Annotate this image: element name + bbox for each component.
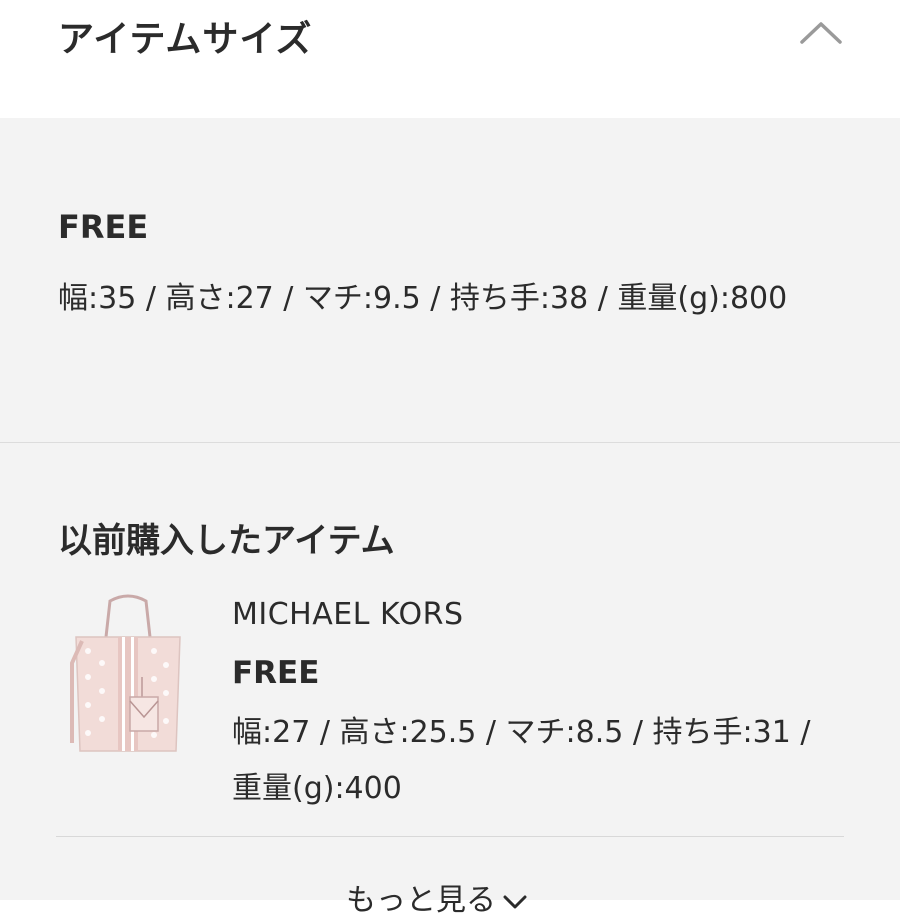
show-more-label: もっと見る: [346, 883, 496, 918]
chevron-up-icon[interactable]: [798, 18, 844, 48]
purchased-item[interactable]: MICHAEL KORS FREE 幅:27 / 高さ:25.5 / マチ:8.…: [58, 593, 848, 823]
item-brand: MICHAEL KORS: [232, 597, 464, 632]
purchase-history-title: 以前購入したアイテム: [58, 521, 395, 561]
item-thumbnail[interactable]: [58, 593, 198, 773]
size-measurements: 幅:35 / 高さ:27 / マチ:9.5 / 持ち手:38 / 重量(g):8…: [58, 281, 788, 316]
item-measurements: 幅:27 / 高さ:25.5 / マチ:8.5 / 持ち手:31 / 重量(g)…: [232, 715, 811, 806]
show-more-button[interactable]: もっと見る: [346, 875, 528, 919]
divider: [56, 836, 844, 837]
chevron-down-icon: [503, 895, 527, 908]
section-title: アイテムサイズ: [58, 19, 313, 60]
section-header[interactable]: アイテムサイズ: [0, 0, 900, 118]
item-size-panel: FREE 幅:35 / 高さ:27 / マチ:9.5 / 持ち手:38 / 重量…: [0, 118, 900, 442]
purchase-history-panel: 以前購入したアイテム MICHAEL KORS FREE 幅:27 / 高さ:2…: [0, 443, 900, 918]
item-size-name: FREE: [232, 655, 320, 691]
size-name: FREE: [58, 208, 149, 246]
